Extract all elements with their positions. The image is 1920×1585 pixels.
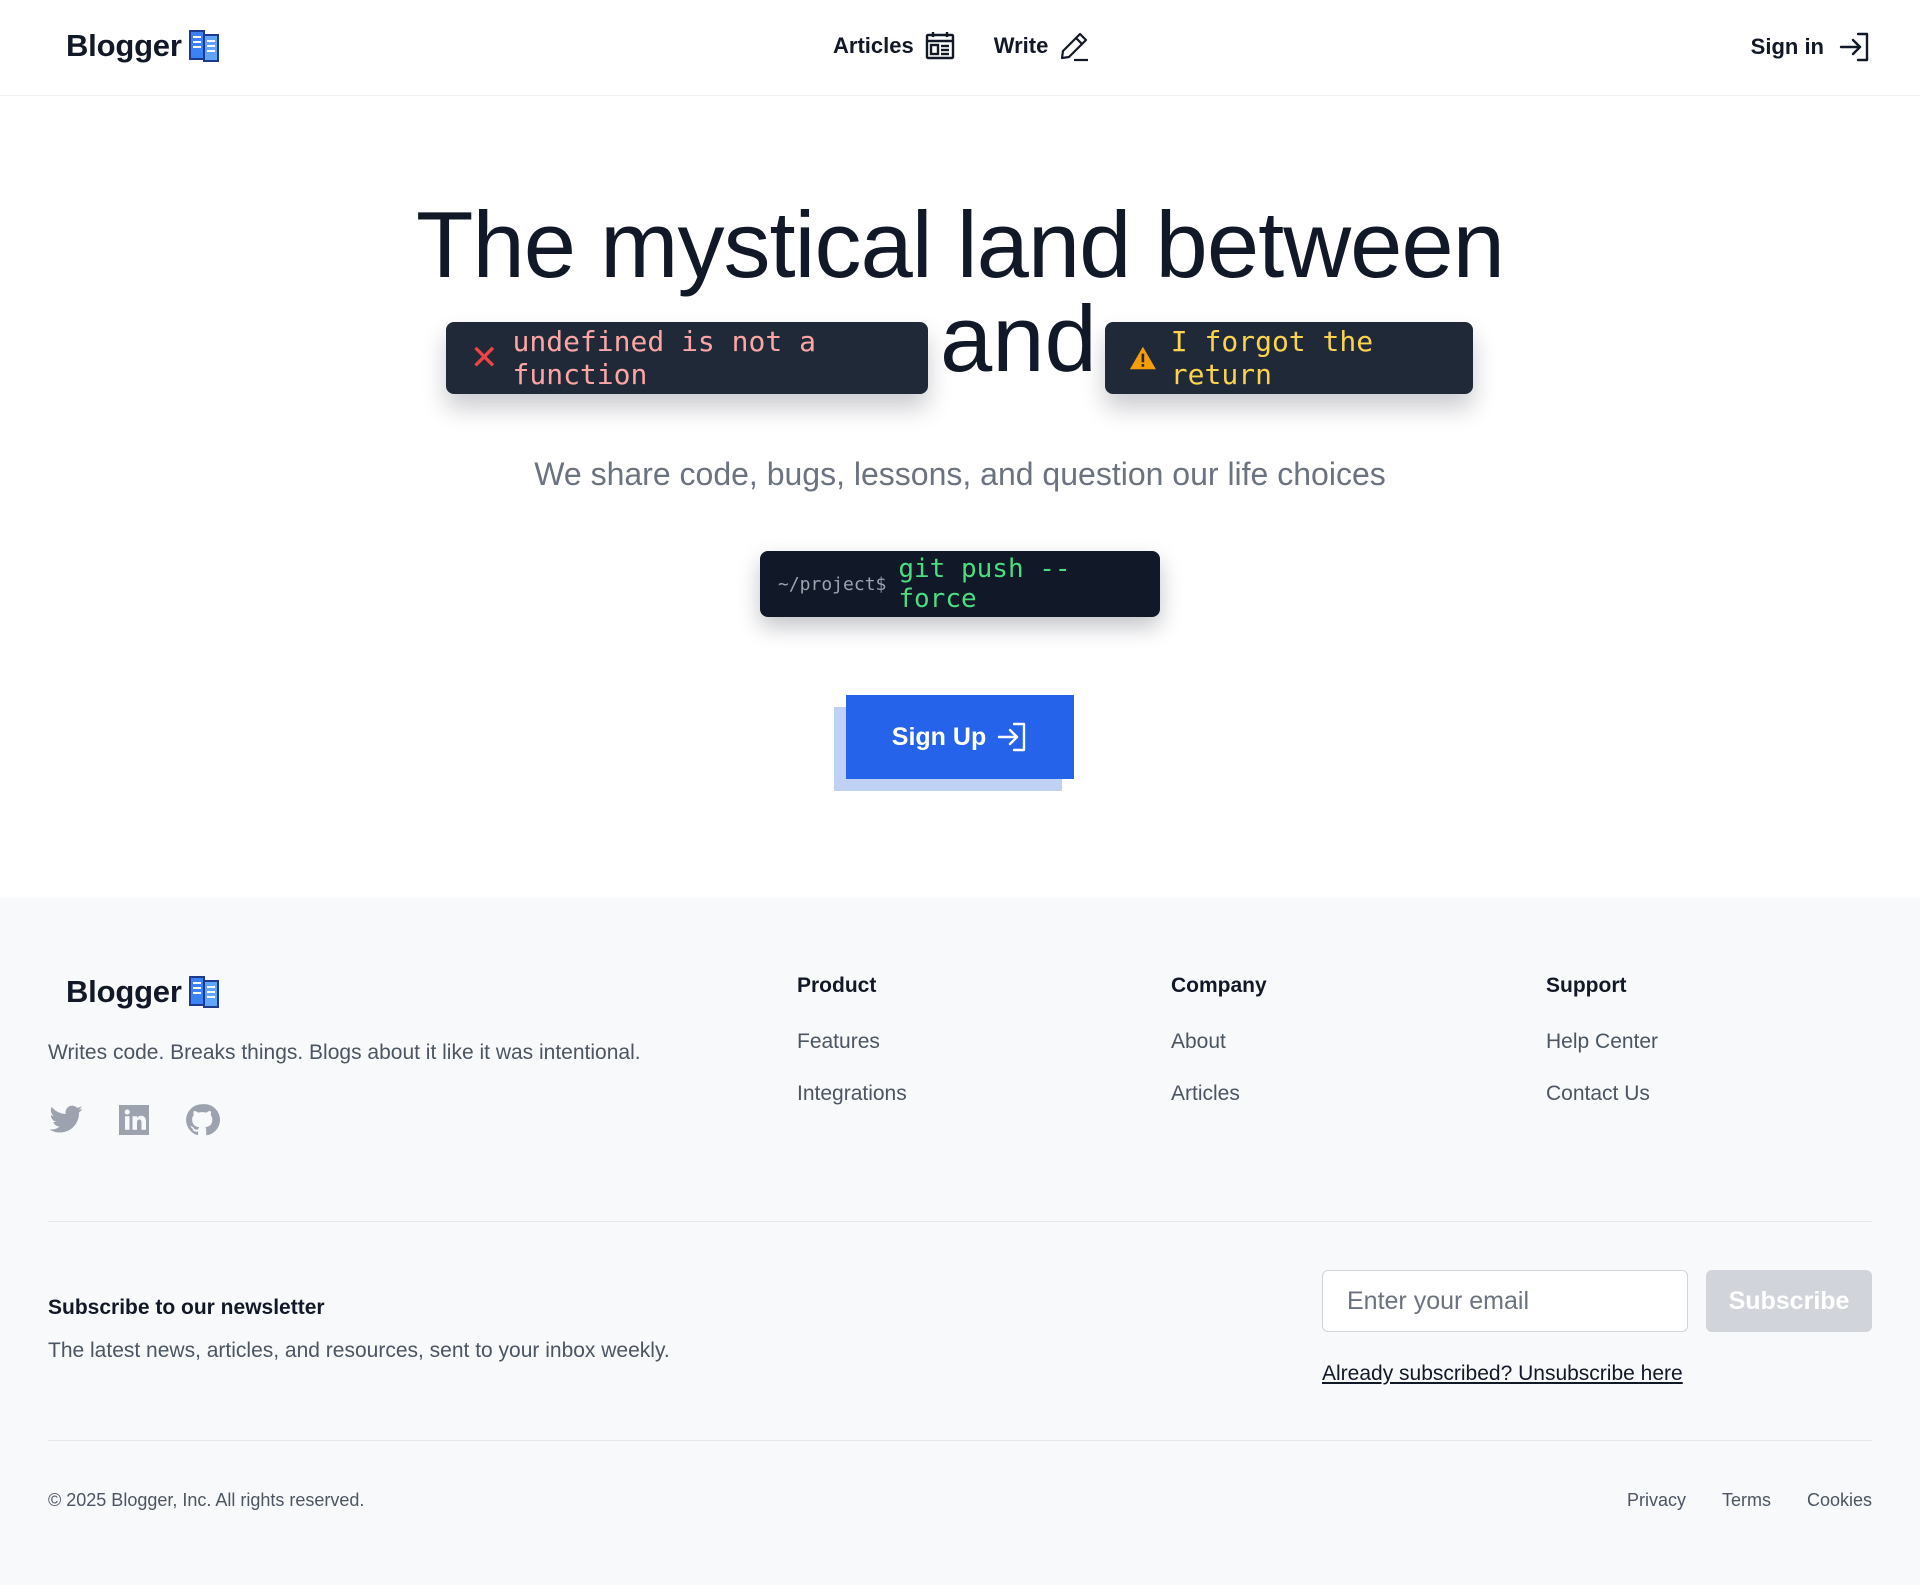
nav-write-label: Write [993,33,1049,58]
warning-chip-text: I forgot the return [1170,325,1374,391]
footer-column-title: Company [1171,974,1267,997]
warning-icon [1129,346,1156,370]
brand-logo[interactable]: Blogger [66,28,222,64]
hero-and-word: and [940,286,1097,391]
email-field[interactable] [1322,1270,1688,1332]
error-chip: ✕ undefined is not a function [446,322,928,394]
signup-label: Sign Up [891,722,987,751]
footer-link-contact-us[interactable]: Contact Us [1546,1082,1658,1106]
footer-link-features[interactable]: Features [797,1030,907,1054]
footer-link-integrations[interactable]: Integrations [797,1082,907,1106]
hero-tagline: We share code, bugs, lessons, and questi… [534,456,1386,492]
nav-articles[interactable]: Articles [833,30,956,62]
footer-link-help-center[interactable]: Help Center [1546,1030,1658,1054]
book-icon [188,30,219,62]
social-links [48,1102,220,1138]
nav-articles-label: Articles [833,33,914,58]
footer-description: Writes code. Breaks things. Blogs about … [48,1041,641,1064]
github-icon[interactable] [184,1102,220,1138]
warning-chip: I forgot the return [1105,322,1473,394]
login-icon [1839,32,1869,62]
close-icon: ✕ [470,338,499,378]
footer-column-product: Product Features Integrations [797,974,907,1134]
signup-button[interactable]: Sign Up [846,695,1074,779]
login-icon [998,722,1026,752]
footer-column-support: Support Help Center Contact Us [1546,974,1658,1134]
book-icon [188,976,219,1008]
footer-link-about[interactable]: About [1171,1030,1267,1054]
terminal-command: git push --force [898,554,1071,614]
nav-write[interactable]: Write [994,30,1091,62]
newsletter-description: The latest news, articles, and resources… [48,1339,670,1362]
legal-links: Privacy Terms Cookies [1627,1490,1872,1511]
legal-link-cookies[interactable]: Cookies [1807,1490,1872,1511]
unsubscribe-link[interactable]: Already subscribed? Unsubscribe here [1322,1362,1683,1386]
error-chip-text: undefined is not a function [512,325,816,391]
footer-brand-name: Blogger [66,974,182,1009]
twitter-icon[interactable] [48,1102,84,1138]
footer-brand-logo[interactable]: Blogger [66,974,222,1010]
signup-button-wrap: Sign Up [834,695,1074,791]
footer-column-title: Product [797,974,877,997]
terminal-prompt: ~/project$ [778,573,887,595]
hero-headline-row2: ✕ undefined is not a function and I forg… [0,292,1920,402]
signin-link[interactable]: Sign in [1751,30,1872,64]
hero-headline: The mystical land between [416,192,1505,297]
brand-name: Blogger [66,28,182,63]
copyright-text: © 2025 Blogger, Inc. All rights reserved… [48,1490,365,1510]
main-nav: Articles Write [833,30,1090,62]
subscribe-button[interactable]: Subscribe [1706,1270,1872,1332]
newsletter-title: Subscribe to our newsletter [48,1296,325,1319]
footer-column-company: Company About Articles [1171,974,1267,1134]
footer: Blogger Writes code. Breaks things. Blog… [0,898,1920,1585]
legal-link-privacy[interactable]: Privacy [1627,1490,1686,1511]
top-navbar: Blogger Articles Write Sign in [0,0,1920,96]
pencil-icon [1061,32,1089,62]
footer-link-articles[interactable]: Articles [1171,1082,1267,1106]
legal-link-terms[interactable]: Terms [1722,1490,1771,1511]
newspaper-icon [925,32,954,60]
linkedin-icon[interactable] [116,1102,152,1138]
footer-divider [48,1440,1872,1441]
terminal-snippet: ~/project$ git push --force [760,551,1160,617]
footer-divider [48,1221,1872,1222]
footer-column-title: Support [1546,974,1627,997]
signin-label: Sign in [1750,34,1824,59]
